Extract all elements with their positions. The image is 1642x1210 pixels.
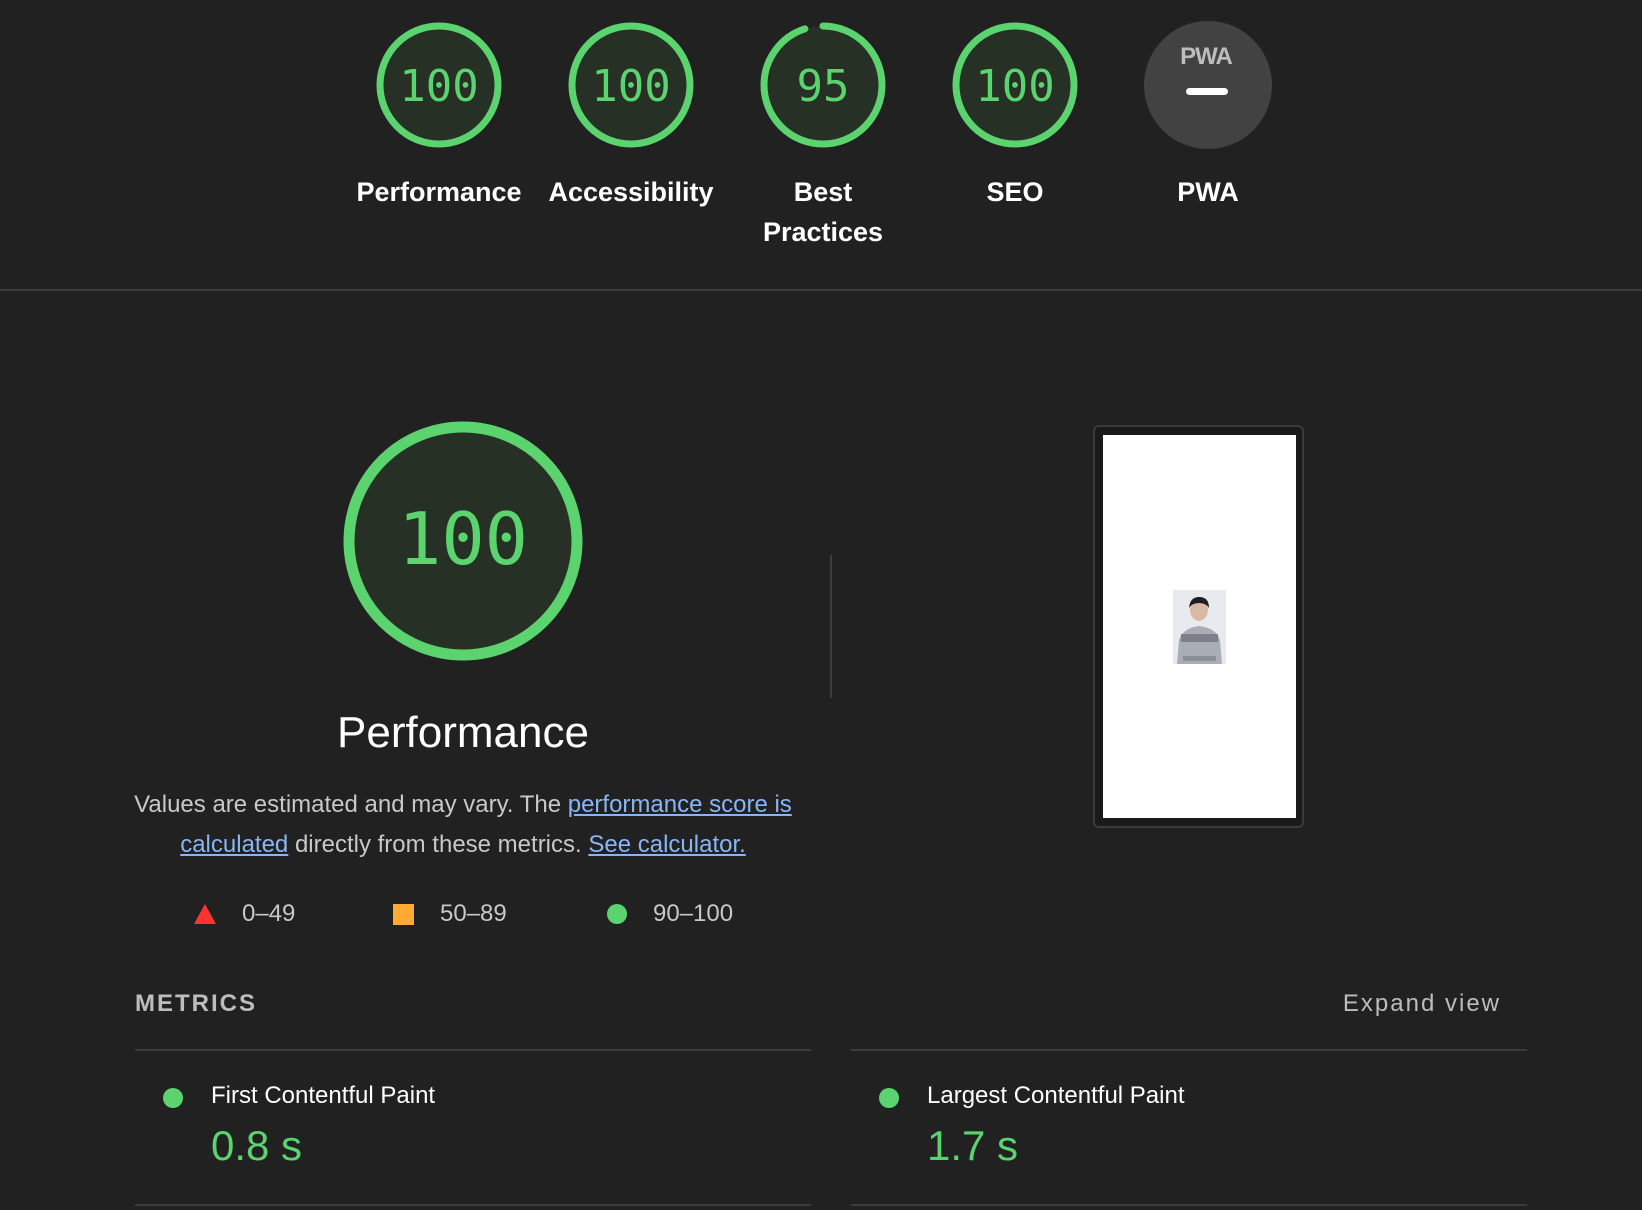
- performance-score: 100: [398, 497, 528, 581]
- score-scale-legend: 0–49 50–89 90–100: [0, 900, 830, 940]
- performance-title: Performance: [337, 708, 589, 757]
- metric-title: First Contentful Paint: [211, 1082, 436, 1109]
- metrics-divider: [135, 1049, 811, 1051]
- see-calculator-link[interactable]: See calculator.: [588, 831, 745, 858]
- gauge-performance[interactable]: 100 Performance: [344, 20, 534, 212]
- gauge-score: 100: [399, 61, 478, 112]
- legend-label: 50–89: [440, 900, 507, 927]
- triangle-icon: [194, 904, 216, 924]
- gauge-label-line: Practices: [762, 217, 884, 247]
- legend-average: 50–89: [393, 900, 507, 928]
- legend-label: 90–100: [653, 900, 734, 927]
- gauge-ring: 100: [952, 22, 1078, 148]
- gauge-label: Accessibility: [548, 177, 714, 207]
- description-text: directly from these metrics.: [288, 831, 589, 858]
- metrics-divider: [135, 1204, 811, 1206]
- profile-photo-thumbnail: [1173, 590, 1226, 664]
- metric-value: 0.8 s: [211, 1122, 303, 1169]
- performance-gauge: 100: [343, 421, 583, 661]
- vertical-divider: [830, 555, 832, 698]
- section-divider: [0, 289, 1642, 291]
- pwa-icon: PWA: [1144, 21, 1272, 149]
- pass-circle-icon: [879, 1088, 899, 1108]
- gauge-ring: 100: [568, 22, 694, 148]
- description-text: Values are estimated and may vary. The: [134, 791, 568, 818]
- expand-view-toggle[interactable]: Expand view: [1343, 990, 1501, 1018]
- pass-circle-icon: [163, 1088, 183, 1108]
- performance-description: Values are estimated and may vary. The p…: [133, 785, 793, 865]
- screenshot-page: [1103, 435, 1296, 818]
- gauge-ring: 95: [760, 22, 886, 148]
- metrics-divider: [851, 1049, 1527, 1051]
- metrics-heading: METRICS: [135, 990, 257, 1017]
- metric-value: 1.7 s: [927, 1122, 1019, 1169]
- metric-title: Largest Contentful Paint: [927, 1082, 1185, 1109]
- gauge-label: PWA: [1177, 177, 1239, 207]
- legend-fail: 0–49: [194, 900, 295, 928]
- gauge-score: 100: [975, 61, 1054, 112]
- metrics-divider: [851, 1204, 1527, 1206]
- square-icon: [393, 903, 414, 925]
- svg-text:PWA: PWA: [1180, 43, 1232, 70]
- category-gauges: 100 Performance 100 Accessibility 95 Bes…: [0, 0, 1642, 290]
- legend-label: 0–49: [242, 900, 296, 927]
- gauge-label: Best Practices: [728, 172, 918, 252]
- gauge-seo[interactable]: 100 SEO: [920, 20, 1110, 212]
- gauge-accessibility[interactable]: 100 Accessibility: [536, 20, 726, 212]
- gauge-label-line: Best: [793, 177, 853, 207]
- final-screenshot[interactable]: [1093, 425, 1304, 828]
- gauge-pwa[interactable]: PWA PWA: [1113, 20, 1303, 212]
- gauge-score: 100: [591, 61, 670, 112]
- circle-icon: [607, 904, 627, 924]
- gauge-label: SEO: [986, 177, 1044, 207]
- gauge-label: Performance: [356, 177, 522, 207]
- gauge-ring: 100: [376, 22, 502, 148]
- gauge-score: 95: [797, 61, 850, 112]
- gauge-best-practices[interactable]: 95 Best Practices: [728, 20, 918, 252]
- legend-pass: 90–100: [607, 900, 733, 928]
